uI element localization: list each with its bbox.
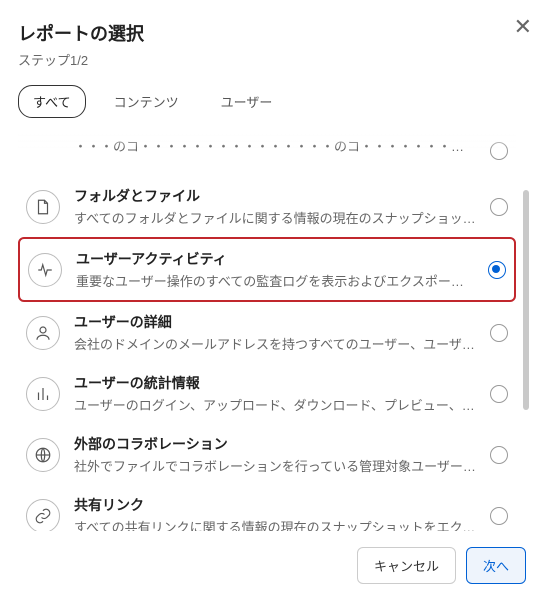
- bar-chart-icon: [26, 377, 60, 411]
- row-title: ユーザーの詳細: [74, 312, 476, 332]
- report-row-shared-links[interactable]: 共有リンク すべての共有リンクに関する情報の現在のスナップショットをエクス…: [18, 485, 516, 531]
- modal-footer: キャンセル 次へ: [18, 531, 530, 600]
- modal-title: レポートの選択: [18, 20, 530, 46]
- scrollbar-thumb[interactable]: [523, 190, 529, 410]
- row-body: フォルダとファイル すべてのフォルダとファイルに関する情報の現在のスナップショッ…: [74, 186, 476, 227]
- radio-shared[interactable]: [490, 507, 508, 525]
- activity-pulse-icon: [28, 253, 62, 287]
- link-icon: [26, 499, 60, 532]
- report-list[interactable]: ・・・のコ・・・・・・・・・・・・・・・のコ・・・・・・・・・・ フォルダとファ…: [18, 130, 530, 531]
- report-select-modal: レポートの選択 ステップ1/2 ✕ すべて コンテンツ ユーザー ・・・のコ・・…: [0, 0, 548, 600]
- row-body: ユーザーの統計情報 ユーザーのログイン、アップロード、ダウンロード、プレビュー、…: [74, 373, 476, 414]
- row-desc: すべてのフォルダとファイルに関する情報の現在のスナップショット…: [74, 208, 476, 227]
- radio-partial[interactable]: [490, 142, 508, 160]
- radio-collab[interactable]: [490, 446, 508, 464]
- radio-details[interactable]: [490, 324, 508, 342]
- report-row-folders[interactable]: フォルダとファイル すべてのフォルダとファイルに関する情報の現在のスナップショッ…: [18, 176, 516, 237]
- row-title: ユーザーの統計情報: [74, 373, 476, 393]
- radio-stats[interactable]: [490, 385, 508, 403]
- row-body: 共有リンク すべての共有リンクに関する情報の現在のスナップショットをエクス…: [74, 495, 476, 531]
- partial-desc: ・・・のコ・・・・・・・・・・・・・・・のコ・・・・・・・・・・: [74, 136, 476, 155]
- tab-all[interactable]: すべて: [18, 85, 86, 118]
- tab-user[interactable]: ユーザー: [207, 86, 287, 117]
- radio-folders[interactable]: [490, 198, 508, 216]
- row-title: フォルダとファイル: [74, 186, 476, 206]
- tab-content[interactable]: コンテンツ: [100, 86, 193, 117]
- radio-activity[interactable]: [488, 261, 506, 279]
- row-desc: 重要なユーザー操作のすべての監査ログを表示およびエクスポートし…: [76, 271, 474, 290]
- row-desc: すべての共有リンクに関する情報の現在のスナップショットをエクス…: [74, 517, 476, 531]
- close-icon: ✕: [514, 14, 532, 39]
- row-desc: ユーザーのログイン、アップロード、ダウンロード、プレビュー、編…: [74, 395, 476, 414]
- folder-document-icon: [26, 190, 60, 224]
- user-icon: [26, 316, 60, 350]
- row-body: ユーザーの詳細 会社のドメインのメールアドレスを持つすべてのユーザー、ユーザ…: [74, 312, 476, 353]
- report-row-partial[interactable]: ・・・のコ・・・・・・・・・・・・・・・のコ・・・・・・・・・・: [18, 130, 516, 176]
- row-desc: 社外でファイルでコラボレーションを行っている管理対象ユーザーに…: [74, 456, 476, 475]
- close-button[interactable]: ✕: [514, 16, 532, 38]
- filter-tabs: すべて コンテンツ ユーザー: [18, 85, 530, 118]
- row-title: 共有リンク: [74, 495, 476, 515]
- scrollbar[interactable]: [522, 130, 530, 531]
- report-row-external-collab[interactable]: 外部のコラボレーション 社外でファイルでコラボレーションを行っている管理対象ユー…: [18, 424, 516, 485]
- cancel-button[interactable]: キャンセル: [357, 547, 456, 584]
- modal-header: レポートの選択 ステップ1/2 ✕: [18, 20, 530, 69]
- report-row-user-stats[interactable]: ユーザーの統計情報 ユーザーのログイン、アップロード、ダウンロード、プレビュー、…: [18, 363, 516, 424]
- report-row-user-details[interactable]: ユーザーの詳細 会社のドメインのメールアドレスを持つすべてのユーザー、ユーザ…: [18, 302, 516, 363]
- row-title: 外部のコラボレーション: [74, 434, 476, 454]
- report-list-wrap: ・・・のコ・・・・・・・・・・・・・・・のコ・・・・・・・・・・ フォルダとファ…: [18, 130, 530, 531]
- globe-icon: [26, 438, 60, 472]
- row-title: ユーザーアクティビティ: [76, 249, 474, 269]
- step-indicator: ステップ1/2: [18, 50, 530, 69]
- report-row-user-activity[interactable]: ユーザーアクティビティ 重要なユーザー操作のすべての監査ログを表示およびエクスポ…: [18, 237, 516, 302]
- row-body: 外部のコラボレーション 社外でファイルでコラボレーションを行っている管理対象ユー…: [74, 434, 476, 475]
- row-body: ユーザーアクティビティ 重要なユーザー操作のすべての監査ログを表示およびエクスポ…: [76, 249, 474, 290]
- row-desc: 会社のドメインのメールアドレスを持つすべてのユーザー、ユーザ…: [74, 334, 476, 353]
- next-button[interactable]: 次へ: [466, 547, 526, 584]
